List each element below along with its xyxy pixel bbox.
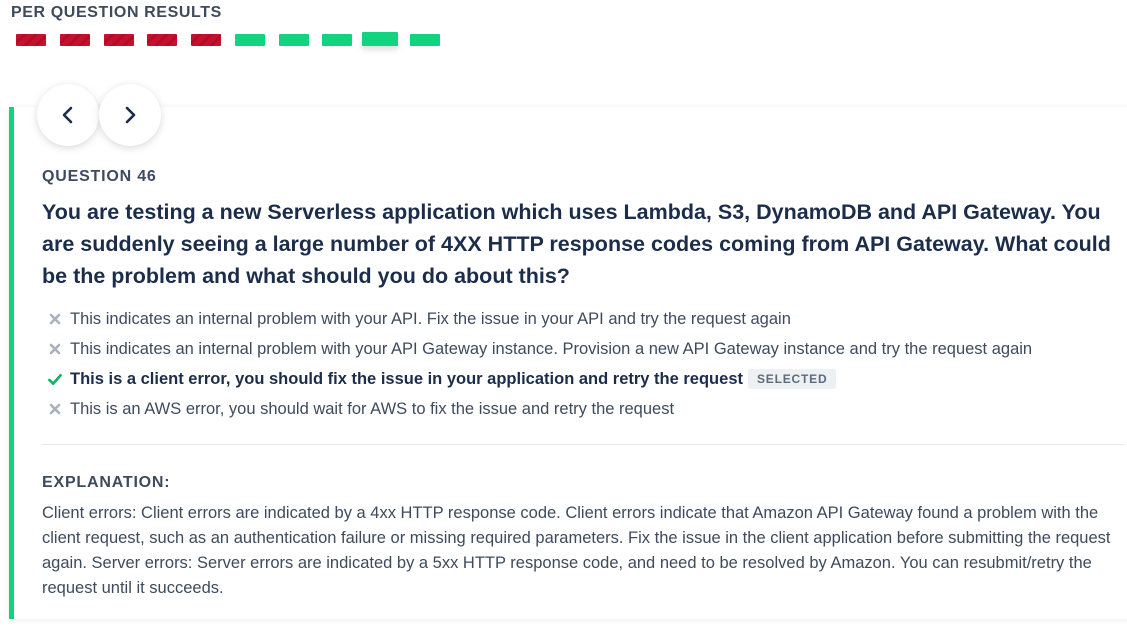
previous-question-button[interactable] bbox=[37, 84, 99, 146]
selected-badge: SELECTED bbox=[748, 369, 837, 389]
result-bar-9-current[interactable] bbox=[362, 32, 398, 46]
result-bar-7[interactable] bbox=[279, 34, 309, 46]
cross-icon bbox=[48, 342, 62, 356]
explanation-title: EXPLANATION: bbox=[42, 474, 171, 491]
result-bar-5[interactable] bbox=[191, 34, 221, 46]
question-text: You are testing a new Serverless applica… bbox=[42, 200, 1111, 288]
answer-text: This indicates an internal problem with … bbox=[70, 309, 791, 328]
explanation-text: Client errors: Client errors are indicat… bbox=[42, 504, 1111, 597]
result-bar-2[interactable] bbox=[60, 34, 90, 46]
answer-text: This is an AWS error, you should wait fo… bbox=[70, 399, 675, 418]
answer-text: This indicates an internal problem with … bbox=[70, 339, 1033, 358]
answer-option-4[interactable]: This is an AWS error, you should wait fo… bbox=[48, 394, 1123, 424]
divider bbox=[42, 444, 1125, 445]
check-icon bbox=[48, 372, 62, 386]
result-bar-8[interactable] bbox=[322, 34, 352, 46]
result-bar-1[interactable] bbox=[16, 34, 46, 46]
cross-icon bbox=[48, 402, 62, 416]
result-bar-3[interactable] bbox=[104, 34, 134, 46]
next-question-button[interactable] bbox=[99, 84, 161, 146]
result-bar-10[interactable] bbox=[410, 34, 440, 46]
answer-option-2[interactable]: This indicates an internal problem with … bbox=[48, 334, 1123, 364]
results-title: PER QUESTION RESULTS bbox=[11, 4, 222, 21]
chevron-left-icon bbox=[62, 106, 73, 124]
cross-icon bbox=[48, 312, 62, 326]
answer-list: This indicates an internal problem with … bbox=[48, 304, 1123, 424]
chevron-right-icon bbox=[125, 106, 136, 124]
answer-option-1[interactable]: This indicates an internal problem with … bbox=[48, 304, 1123, 334]
result-bar-6[interactable] bbox=[235, 34, 265, 46]
result-bar-4[interactable] bbox=[147, 34, 177, 46]
answer-option-3[interactable]: This is a client error, you should fix t… bbox=[48, 364, 1123, 394]
answer-text: This is a client error, you should fix t… bbox=[70, 369, 743, 388]
question-number: QUESTION 46 bbox=[42, 168, 157, 185]
